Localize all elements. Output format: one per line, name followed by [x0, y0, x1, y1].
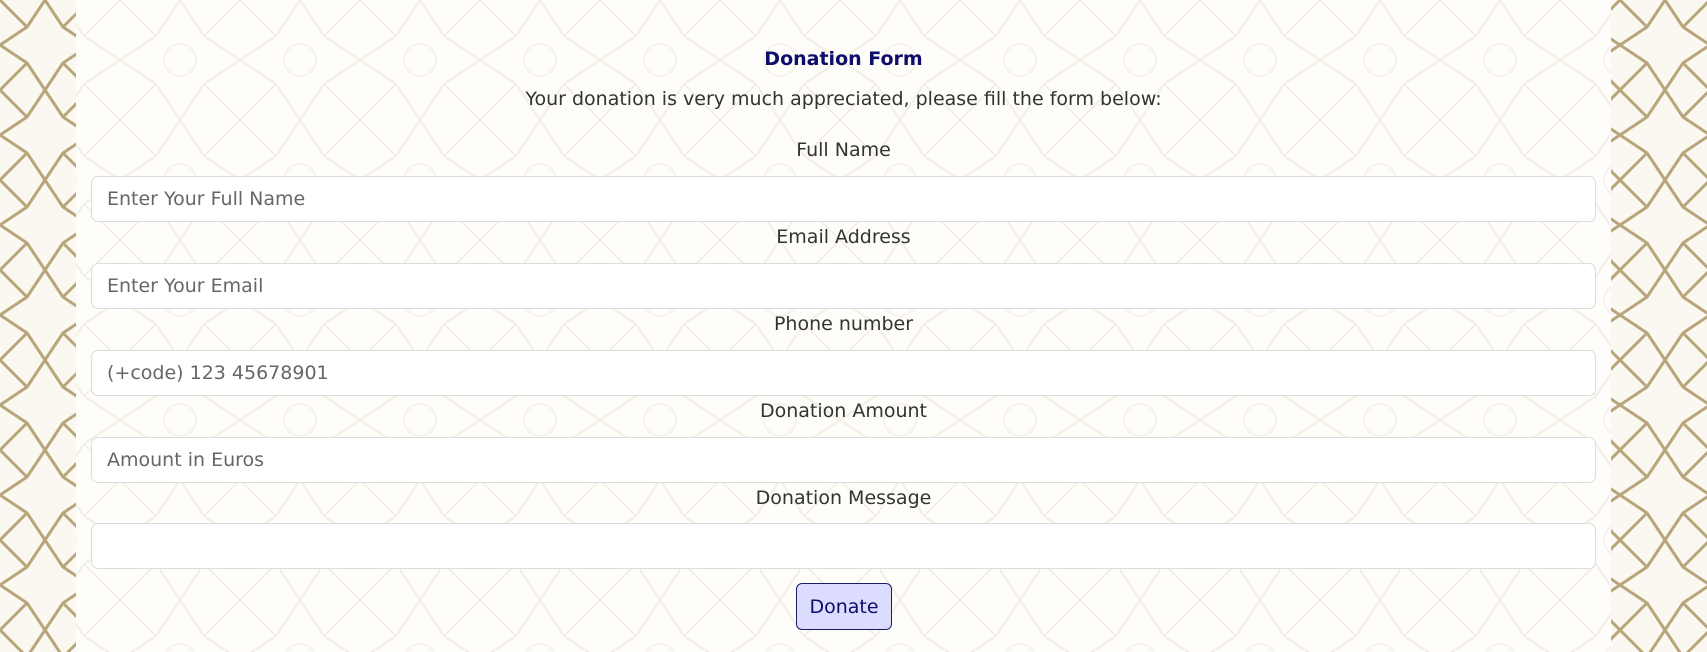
donation-message-input[interactable] — [91, 523, 1596, 569]
phone-label: Phone number — [773, 313, 914, 335]
full-name-input[interactable] — [91, 176, 1596, 222]
donation-amount-label: Donation Amount — [759, 400, 928, 422]
donation-amount-input[interactable] — [91, 437, 1596, 483]
donation-page: Donation Form Your donation is very much… — [76, 0, 1611, 652]
phone-input[interactable] — [91, 350, 1596, 396]
form-subtitle: Your donation is very much appreciated, … — [525, 88, 1162, 110]
donation-form: Donation Form Your donation is very much… — [76, 0, 1611, 652]
form-title: Donation Form — [764, 48, 923, 70]
email-label: Email Address — [776, 226, 911, 248]
donate-button[interactable]: Donate — [796, 583, 892, 630]
donation-message-label: Donation Message — [755, 487, 932, 509]
email-input[interactable] — [91, 263, 1596, 309]
full-name-label: Full Name — [796, 139, 891, 161]
